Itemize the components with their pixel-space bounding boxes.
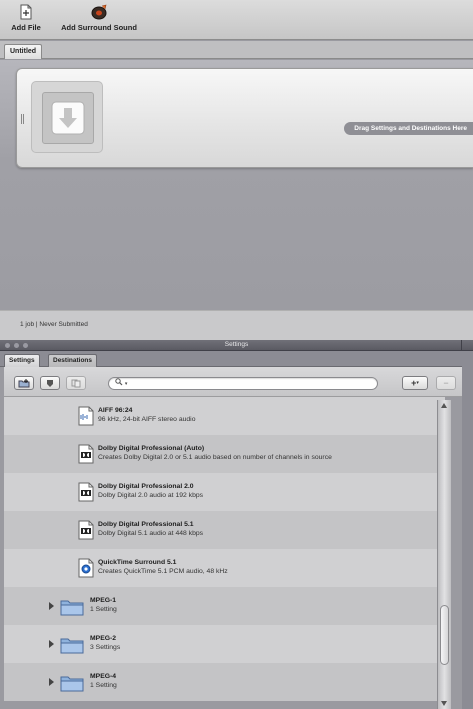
setting-description: Creates QuickTime 5.1 PCM audio, 48 kHz <box>98 568 228 575</box>
quicktime-file-icon <box>78 558 94 578</box>
search-menu-chevron-icon: ▾ <box>124 381 128 387</box>
download-arrow-icon <box>51 101 85 135</box>
search-icon <box>115 378 123 386</box>
add-file-icon <box>20 4 32 20</box>
job-status-text: 1 job | Never Submitted <box>20 321 88 328</box>
add-surround-sound-button[interactable]: Add Surround Sound <box>56 4 142 32</box>
settings-list-scrollbar[interactable] <box>437 400 451 709</box>
settings-search-field[interactable]: ▾ <box>108 377 378 390</box>
scroll-thumb[interactable] <box>440 605 449 665</box>
setting-description: Creates Dolby Digital 2.0 or 5.1 audio b… <box>98 454 332 461</box>
save-icon <box>47 379 53 387</box>
job-card[interactable]: Drag Settings and Destinations Here <box>16 68 473 168</box>
remove-setting-button[interactable]: − <box>436 376 456 390</box>
duplicate-icon <box>71 379 81 387</box>
settings-tab-bar: Settings Destinations <box>0 351 473 367</box>
list-item[interactable]: Dolby Digital Professional (Auto) Create… <box>4 435 445 473</box>
aiff-file-icon <box>78 406 94 426</box>
chevron-down-icon: ▾ <box>416 380 419 386</box>
list-item[interactable]: Dolby Digital Professional 5.1 Dolby Dig… <box>4 511 445 549</box>
setting-title: Dolby Digital Professional 2.0 <box>98 483 194 490</box>
setting-title: Dolby Digital Professional (Auto) <box>98 445 205 452</box>
group-title: MPEG-2 <box>90 635 117 642</box>
batch-area: Drag Settings and Destinations Here <box>0 60 473 310</box>
group-count: 3 Settings <box>90 644 121 651</box>
setting-description: 96 kHz, 24-bit AIFF stereo audio <box>98 416 196 423</box>
disclosure-triangle-icon[interactable] <box>49 602 54 610</box>
folder-icon <box>60 600 84 616</box>
scroll-up-arrow-icon[interactable] <box>441 403 447 408</box>
list-item[interactable]: Dolby Digital Professional 2.0 Dolby Dig… <box>4 473 445 511</box>
settings-window-title: Settings <box>224 341 249 348</box>
group-count: 1 Setting <box>90 606 117 613</box>
disclosure-triangle-icon[interactable] <box>49 640 54 648</box>
disclosure-triangle-icon[interactable] <box>49 678 54 686</box>
tab-untitled[interactable]: Untitled <box>4 44 43 59</box>
status-bar: 1 job | Never Submitted <box>0 310 473 340</box>
add-setting-button[interactable]: + ▾ <box>402 376 428 390</box>
group-title: MPEG-1 <box>90 597 117 604</box>
setting-title: QuickTime Surround 5.1 <box>98 559 177 566</box>
settings-window-titlebar[interactable]: Settings <box>0 340 473 351</box>
add-file-label: Add File <box>11 23 41 32</box>
dolby-file-icon <box>78 444 94 464</box>
source-media-well[interactable] <box>31 81 103 153</box>
folder-icon <box>60 676 84 692</box>
window-edge <box>462 351 473 709</box>
add-file-button[interactable]: Add File <box>4 4 48 32</box>
surround-sound-icon <box>91 4 107 20</box>
list-item[interactable]: QuickTime Surround 5.1 Creates QuickTime… <box>4 549 445 587</box>
minus-icon: − <box>443 378 449 388</box>
tab-destinations[interactable]: Destinations <box>48 354 98 367</box>
new-folder-button[interactable] <box>14 376 34 390</box>
setting-description: Dolby Digital 5.1 audio at 448 kbps <box>98 530 204 537</box>
dolby-file-icon <box>78 482 94 502</box>
save-setting-button[interactable] <box>40 376 60 390</box>
scroll-down-arrow-icon[interactable] <box>441 701 447 706</box>
list-item[interactable]: AIFF 96:24 96 kHz, 24-bit AIFF stereo au… <box>4 397 445 435</box>
add-surround-sound-label: Add Surround Sound <box>61 23 137 32</box>
setting-title: AIFF 96:24 <box>98 407 133 414</box>
dolby-file-icon <box>78 520 94 540</box>
duplicate-setting-button[interactable] <box>66 376 86 390</box>
main-toolbar: Add File Add Surround Sound <box>0 0 473 40</box>
list-item[interactable]: MPEG-4 1 Setting <box>4 663 445 701</box>
drop-target-hint: Drag Settings and Destinations Here <box>344 122 473 135</box>
folder-icon <box>60 638 84 654</box>
list-item[interactable]: MPEG-2 3 Settings <box>4 625 445 663</box>
group-title: MPEG-4 <box>90 673 117 680</box>
settings-toolbar: ▾ + ▾ − <box>4 367 462 397</box>
job-drag-handle[interactable] <box>21 114 24 124</box>
window-resize-corner[interactable] <box>461 340 473 351</box>
batch-tab-bar: Untitled <box>0 41 473 59</box>
new-folder-icon <box>18 378 30 387</box>
group-count: 1 Setting <box>90 682 117 689</box>
list-item[interactable]: MPEG-1 1 Setting <box>4 587 445 625</box>
setting-description: Dolby Digital 2.0 audio at 192 kbps <box>98 492 204 499</box>
tab-settings[interactable]: Settings <box>4 354 40 367</box>
settings-list: AIFF 96:24 96 kHz, 24-bit AIFF stereo au… <box>4 397 445 709</box>
setting-title: Dolby Digital Professional 5.1 <box>98 521 194 528</box>
search-input[interactable] <box>129 380 330 387</box>
